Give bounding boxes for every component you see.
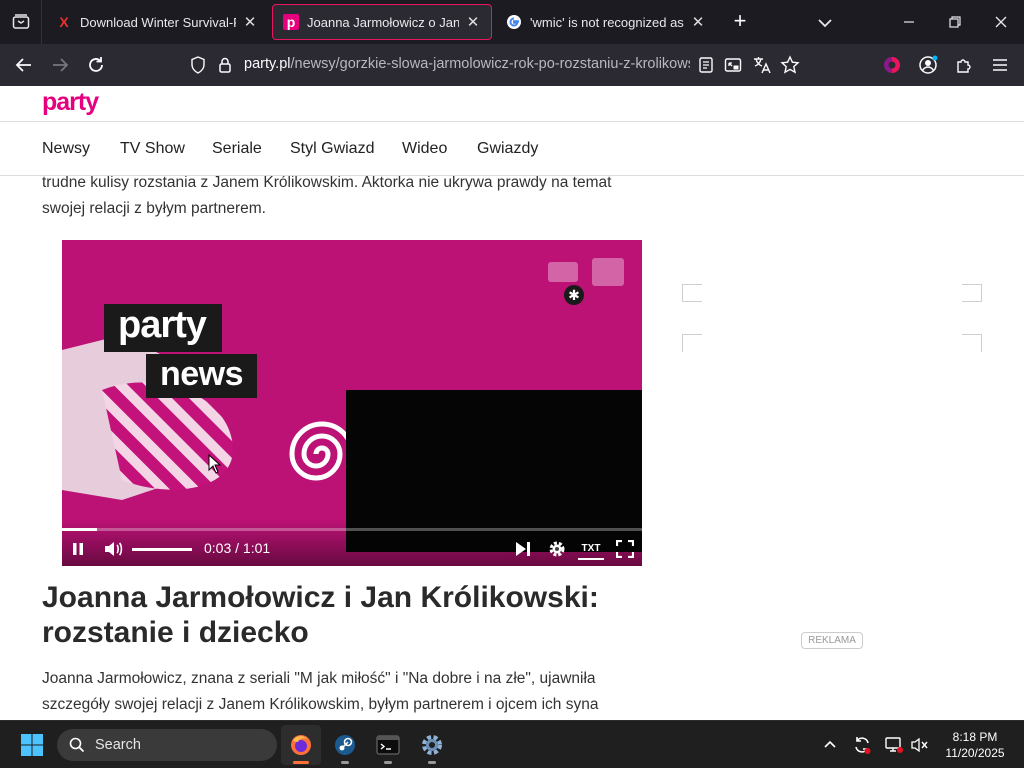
account-icon[interactable]: [915, 53, 941, 77]
translate-icon[interactable]: [752, 55, 772, 80]
party-favicon-icon: p: [283, 14, 299, 30]
tab-party-article[interactable]: p Joanna Jarmołowicz o Janie Król ✕: [272, 4, 492, 40]
nav-link-tv-show[interactable]: TV Show: [120, 140, 185, 158]
fullscreen-icon[interactable]: [614, 538, 636, 560]
search-icon: [69, 737, 85, 753]
system-clock[interactable]: 8:18 PM 11/20/2025: [938, 729, 1012, 761]
video-time: 0:03 / 1:01: [204, 540, 271, 556]
close-tab-icon[interactable]: ✕: [690, 14, 706, 31]
search-label: Search: [95, 737, 141, 753]
clock-date: 11/20/2025: [945, 746, 1005, 760]
star-badge-icon: ✱: [564, 285, 584, 305]
bookmark-star-icon[interactable]: [780, 55, 800, 80]
close-tab-icon[interactable]: ✕: [242, 14, 258, 31]
steam-icon: [335, 735, 355, 755]
taskbar-search-box[interactable]: Search: [57, 729, 277, 761]
web-page: party Newsy TV Show Seriale Styl Gwiazd …: [0, 86, 1024, 720]
reload-icon[interactable]: [83, 53, 109, 77]
tab-title: Download Winter Survival-RUNE: [80, 14, 236, 30]
video-progress-fill: [62, 528, 97, 531]
article-paragraph: Joanna Jarmołowicz, znana z seriali "M j…: [42, 666, 642, 718]
tab-list-button[interactable]: [0, 0, 42, 44]
site-navigation: Newsy TV Show Seriale Styl Gwiazd Wideo …: [0, 122, 1024, 176]
restore-icon[interactable]: [942, 10, 968, 34]
chevron-down-icon[interactable]: [814, 12, 836, 34]
windows-taskbar: Search 8:18 PM 11/20/2025: [0, 720, 1024, 768]
url-text[interactable]: party.pl/newsy/gorzkie-slowa-jarmolowicz…: [244, 56, 690, 72]
settings-gear-icon: [422, 735, 442, 755]
shield-icon[interactable]: [190, 56, 206, 79]
browser-nav-bar: party.pl/newsy/gorzkie-slowa-jarmolowicz…: [0, 44, 1024, 86]
windows-start-icon[interactable]: [12, 725, 52, 765]
ad-frame-corner: [682, 334, 702, 352]
video-progress-bar[interactable]: [62, 528, 642, 531]
pause-icon[interactable]: [68, 538, 88, 560]
picture-in-picture-icon[interactable]: [724, 56, 742, 79]
display-icon[interactable]: [882, 733, 906, 757]
nav-link-seriale[interactable]: Seriale: [212, 140, 262, 158]
next-video-icon[interactable]: [512, 538, 534, 560]
article-intro: trudne kulisy rozstania z Janem Królikow…: [42, 170, 642, 222]
close-window-icon[interactable]: [988, 10, 1014, 34]
tab-title: 'wmic' is not recognized as an in: [530, 14, 684, 30]
x-favicon-icon: X: [59, 14, 69, 30]
firefox-icon: [291, 735, 311, 755]
url-domain: party.pl: [244, 56, 291, 72]
sync-icon[interactable]: [850, 733, 874, 757]
extension-colorful-icon[interactable]: [879, 53, 905, 77]
ad-frame-corner: [962, 334, 982, 352]
volume-muted-icon[interactable]: [908, 733, 932, 757]
volume-slider[interactable]: [132, 548, 192, 551]
ad-frame-corner: [962, 284, 982, 302]
video-player[interactable]: party news ✱ 0:03 / 1:01 TXT: [62, 240, 642, 566]
url-path: /newsy/gorzkie-slowa-jarmolowicz-rok-po-…: [290, 56, 690, 72]
paragraph-line: szczegóły swojej relacji z Janem Króliko…: [42, 696, 599, 713]
paragraph-line: Joanna Jarmołowicz, znana z seriali "M j…: [42, 670, 596, 687]
browser-tab-bar: X Download Winter Survival-RUNE ✕ p Joan…: [0, 0, 1024, 44]
minimize-icon[interactable]: [896, 10, 922, 34]
nav-link-gwiazdy[interactable]: Gwiazdy: [477, 140, 538, 158]
hamburger-menu-icon[interactable]: [987, 53, 1013, 77]
news-badge: news: [146, 354, 258, 398]
new-tab-icon[interactable]: +: [728, 10, 752, 34]
chevron-up-icon[interactable]: [818, 733, 842, 757]
forward-arrow-icon[interactable]: [47, 53, 73, 77]
nav-link-styl-gwiazd[interactable]: Styl Gwiazd: [290, 140, 374, 158]
taskbar-terminal[interactable]: [368, 725, 408, 765]
clock-time: 8:18 PM: [952, 730, 998, 744]
settings-gear-icon[interactable]: [546, 538, 568, 560]
taskbar-firefox[interactable]: [281, 725, 321, 765]
nav-link-wideo[interactable]: Wideo: [402, 140, 447, 158]
google-favicon-icon: [506, 14, 522, 30]
nav-link-newsy[interactable]: Newsy: [42, 140, 90, 158]
party-badge: party: [104, 304, 222, 352]
mouse-cursor-icon: [208, 453, 222, 479]
lock-icon[interactable]: [218, 56, 232, 79]
tab-google-wmic[interactable]: 'wmic' is not recognized as an in ✕: [496, 4, 716, 40]
advertisement-label: REKLAMA: [801, 632, 863, 649]
party-logo[interactable]: party: [42, 88, 99, 117]
address-bar[interactable]: party.pl/newsy/gorzkie-slowa-jarmolowicz…: [182, 49, 812, 81]
ad-frame-corner: [682, 284, 702, 302]
transcript-txt-button[interactable]: TXT: [578, 538, 604, 560]
taskbar-steam[interactable]: [325, 725, 365, 765]
tab-list-icon: [12, 14, 29, 29]
reader-view-icon[interactable]: [698, 56, 714, 79]
tab-title: Joanna Jarmołowicz o Janie Król: [307, 14, 459, 30]
taskbar-settings[interactable]: [412, 725, 452, 765]
article-heading: Joanna Jarmołowicz i Jan Królikowski: ro…: [42, 581, 599, 649]
terminal-icon: [376, 735, 400, 755]
tab-winter-survival[interactable]: X Download Winter Survival-RUNE ✕: [46, 4, 268, 40]
volume-icon[interactable]: [102, 538, 124, 560]
extensions-puzzle-icon[interactable]: [951, 53, 977, 77]
site-header: party: [0, 86, 1024, 122]
close-tab-icon[interactable]: ✕: [465, 14, 481, 31]
intro-line: swojej relacji z byłym partnerem.: [42, 200, 266, 217]
back-arrow-icon[interactable]: [11, 53, 37, 77]
